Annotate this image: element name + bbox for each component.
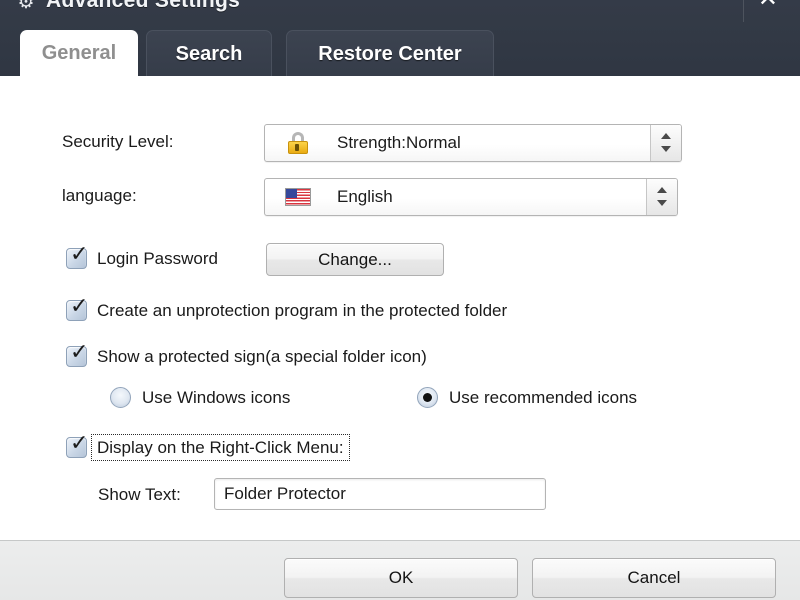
right-click-menu-checkbox[interactable]: ✓ bbox=[66, 433, 88, 458]
check-icon: ✓ bbox=[70, 431, 89, 456]
security-level-label: Security Level: bbox=[62, 132, 174, 151]
lock-icon bbox=[287, 132, 309, 154]
window-title: Advanced Settings bbox=[46, 0, 241, 12]
us-flag-icon bbox=[285, 188, 311, 206]
right-click-menu-label: Display on the Right-Click Menu: bbox=[91, 434, 350, 461]
advanced-settings-window: ⚙ Advanced Settings ✕ General Search Res… bbox=[0, 0, 800, 600]
language-label: language: bbox=[62, 186, 137, 205]
use-recommended-icons-radio[interactable] bbox=[417, 387, 438, 408]
show-protected-sign-checkbox[interactable]: ✓ bbox=[66, 342, 88, 367]
show-protected-sign-label: Show a protected sign(a special folder i… bbox=[97, 347, 427, 366]
use-windows-icons-radio[interactable] bbox=[110, 387, 131, 408]
general-tab-panel: Security Level: Strength:Normal language… bbox=[0, 76, 800, 544]
gear-icon: ⚙ bbox=[17, 0, 35, 13]
login-password-checkbox[interactable]: ✓ bbox=[66, 244, 88, 269]
change-password-button[interactable]: Change... bbox=[266, 243, 444, 276]
close-icon[interactable]: ✕ bbox=[758, 0, 778, 11]
security-level-spinner[interactable] bbox=[650, 125, 681, 161]
radio-selected-dot bbox=[423, 393, 432, 402]
chevron-up-icon bbox=[657, 187, 667, 193]
chevron-up-icon bbox=[661, 133, 671, 139]
title-separator bbox=[743, 0, 744, 22]
dialog-footer: OK Cancel bbox=[0, 540, 800, 600]
tab-restore-center[interactable]: Restore Center bbox=[286, 30, 494, 80]
tab-general-label: General bbox=[41, 42, 117, 64]
tab-search-label: Search bbox=[175, 43, 243, 65]
login-password-label: Login Password bbox=[97, 249, 218, 268]
cancel-button[interactable]: Cancel bbox=[532, 558, 776, 598]
change-password-button-label: Change... bbox=[318, 250, 392, 269]
use-recommended-icons-label: Use recommended icons bbox=[449, 388, 638, 407]
title-bar: ⚙ Advanced Settings ✕ bbox=[0, 0, 800, 22]
check-icon: ✓ bbox=[70, 242, 89, 267]
ok-button-label: OK bbox=[388, 568, 414, 587]
language-dropdown[interactable]: English bbox=[264, 178, 678, 216]
check-icon: ✓ bbox=[70, 340, 89, 365]
create-unprotection-label: Create an unprotection program in the pr… bbox=[97, 301, 508, 320]
security-level-value: Strength:Normal bbox=[337, 133, 461, 152]
tab-strip: General Search Restore Center bbox=[0, 22, 800, 82]
ok-button[interactable]: OK bbox=[284, 558, 518, 598]
cancel-button-label: Cancel bbox=[627, 568, 681, 587]
tab-restore-center-label: Restore Center bbox=[318, 43, 462, 65]
tab-search[interactable]: Search bbox=[146, 30, 272, 80]
check-icon: ✓ bbox=[70, 294, 89, 319]
create-unprotection-checkbox[interactable]: ✓ bbox=[66, 296, 88, 321]
tab-general[interactable]: General bbox=[20, 30, 138, 82]
language-spinner[interactable] bbox=[646, 179, 677, 215]
security-level-dropdown[interactable]: Strength:Normal bbox=[264, 124, 682, 162]
show-text-label: Show Text: bbox=[98, 485, 181, 504]
show-text-input[interactable] bbox=[214, 478, 546, 510]
use-windows-icons-label: Use Windows icons bbox=[142, 388, 291, 407]
language-value: English bbox=[337, 187, 393, 206]
chevron-down-icon bbox=[657, 200, 667, 206]
chevron-down-icon bbox=[661, 146, 671, 152]
